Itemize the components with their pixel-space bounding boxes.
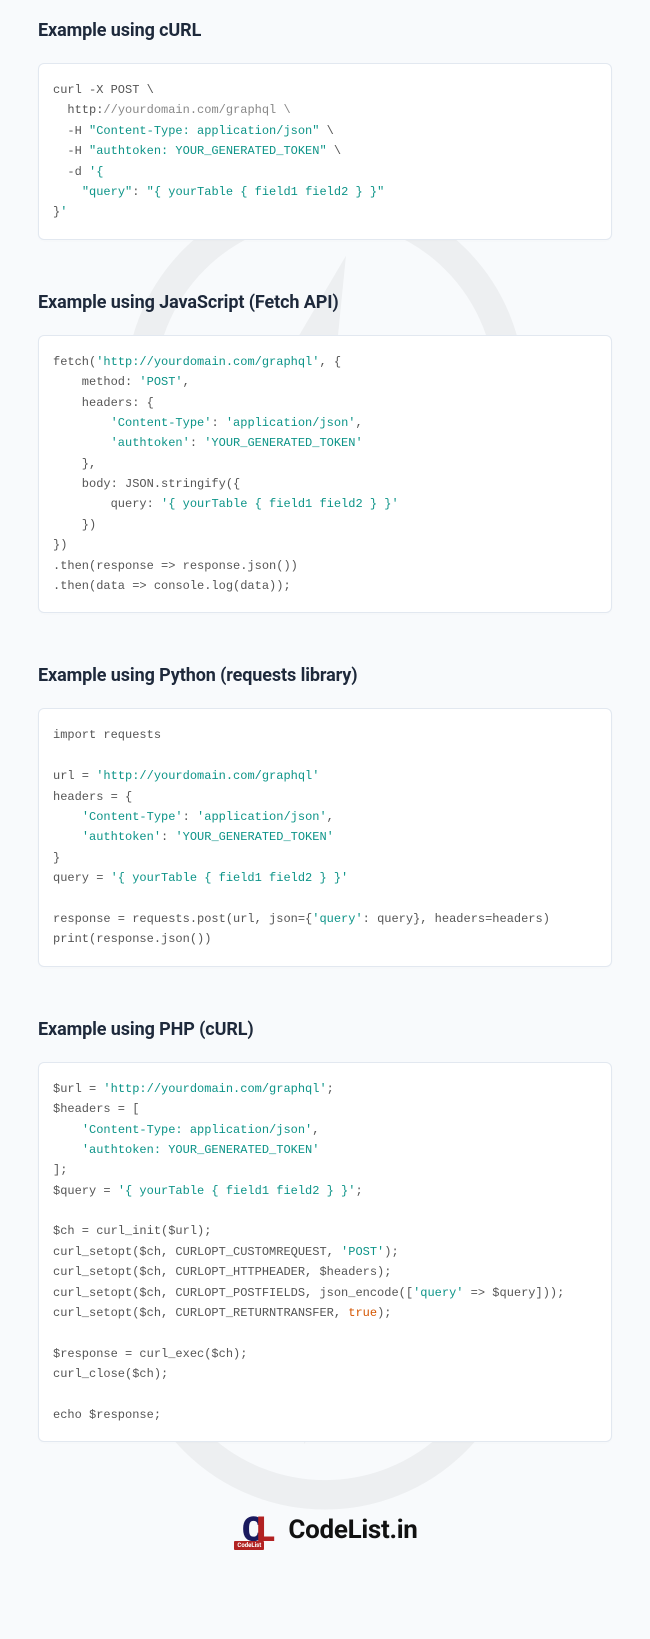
example-section: Example using cURL curl -X POST \ http://… — [38, 20, 612, 240]
code-content: fetch('http://yourdomain.com/graphql', {… — [53, 352, 597, 597]
logo-text: CodeList.in — [288, 1515, 417, 1545]
logo-mark: C L CodeList — [232, 1512, 284, 1548]
codelist-logo: C L CodeList CodeList.in — [232, 1512, 417, 1548]
code-block[interactable]: curl -X POST \ http://yourdomain.com/gra… — [38, 63, 612, 240]
example-section: Example using PHP (cURL) $url = 'http://y… — [38, 1019, 612, 1443]
section-heading: Example using PHP (cURL) — [38, 1019, 612, 1040]
code-content: import requests url = 'http://yourdomain… — [53, 725, 597, 949]
code-content: curl -X POST \ http://yourdomain.com/gra… — [53, 80, 597, 223]
content-area: Example using cURL curl -X POST \ http://… — [0, 20, 650, 1442]
section-heading: Example using Python (requests library) — [38, 665, 612, 686]
footer: C L CodeList CodeList.in — [0, 1494, 650, 1556]
code-block[interactable]: fetch('http://yourdomain.com/graphql', {… — [38, 335, 612, 614]
example-section: Example using JavaScript (Fetch API) fetc… — [38, 292, 612, 614]
section-heading: Example using cURL — [38, 20, 612, 41]
section-heading: Example using JavaScript (Fetch API) — [38, 292, 612, 313]
code-content: $url = 'http://yourdomain.com/graphql'; … — [53, 1079, 597, 1426]
example-section: Example using Python (requests library) i… — [38, 665, 612, 966]
code-block[interactable]: $url = 'http://yourdomain.com/graphql'; … — [38, 1062, 612, 1443]
code-block[interactable]: import requests url = 'http://yourdomain… — [38, 708, 612, 966]
